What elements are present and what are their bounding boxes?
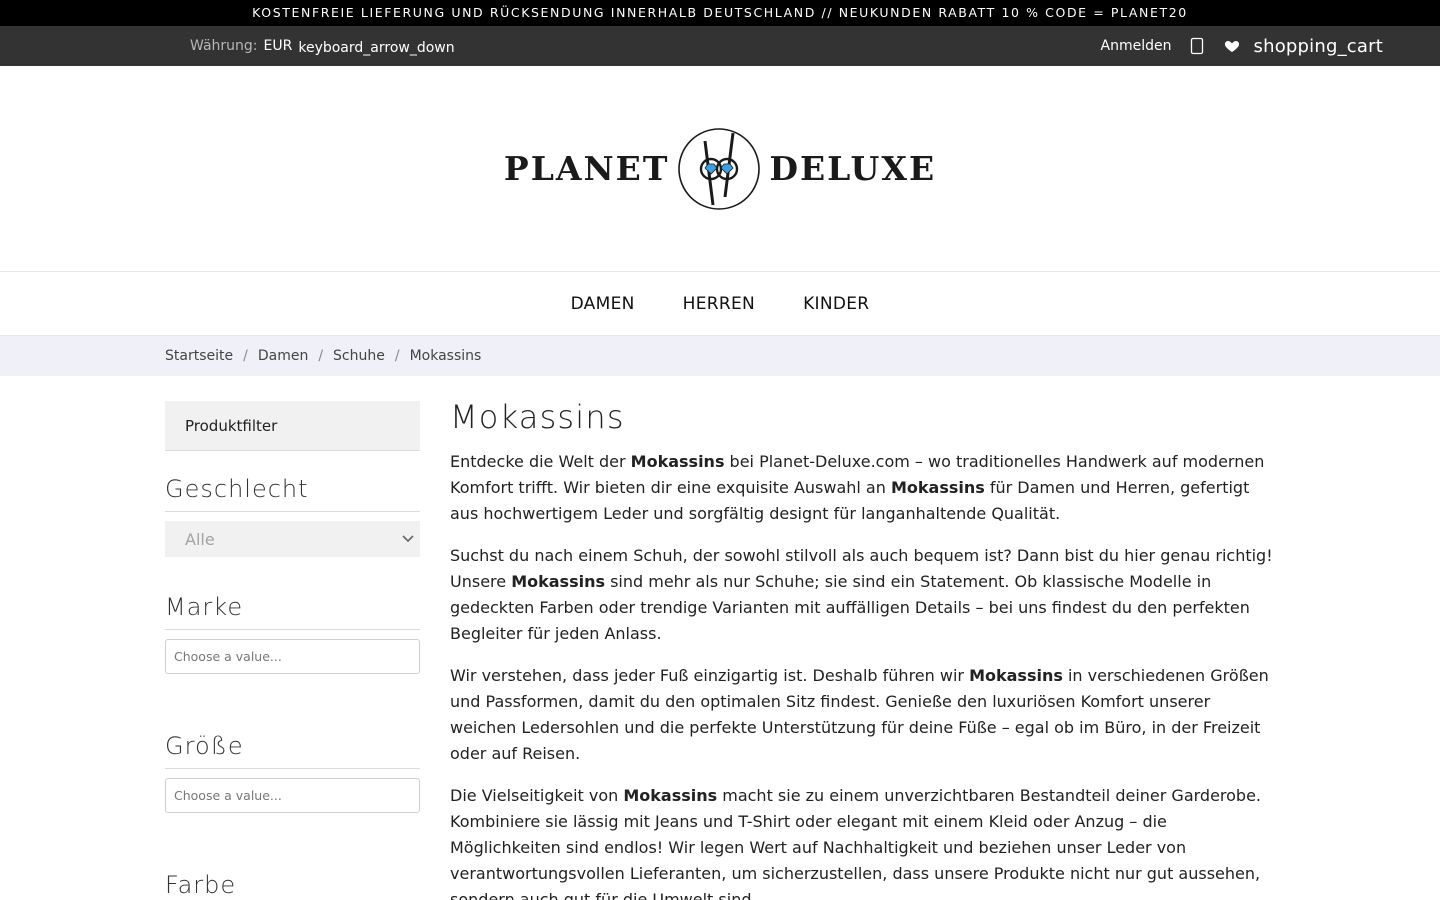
category-description: Mokassins Entdecke die Welt der Mokassin…	[450, 398, 1280, 900]
site-logo[interactable]: PLANET DELUXE	[504, 127, 936, 211]
cart-button[interactable]: shopping_cart	[1254, 36, 1383, 57]
size-input[interactable]: Choose a value...	[165, 778, 420, 813]
nav-item-kinder[interactable]: KINDER	[803, 294, 869, 314]
keyword: Mokassins	[623, 786, 718, 805]
page-content: Produktfilter Geschlecht Alle Marke Choo…	[0, 376, 1440, 900]
description-paragraph: Entdecke die Welt der Mokassins bei Plan…	[450, 452, 1265, 523]
facet-title-brand: Marke	[165, 593, 420, 630]
planet-deluxe-logo-mark	[677, 127, 761, 211]
facet-brand: Marke Choose a value...	[165, 593, 420, 674]
description-paragraph: Die Vielseitigkeit von Mokassins macht s…	[450, 786, 1262, 900]
breadcrumb: Startseite / Damen / Schuhe / Mokassins	[0, 336, 1440, 376]
breadcrumb-current: Mokassins	[409, 348, 482, 364]
promo-banner: KOSTENFREIE LIEFERUNG UND RÜCKSENDUNG IN…	[0, 0, 1440, 26]
facet-size: Größe Choose a value...	[165, 732, 420, 813]
facet-title-color: Farbe	[165, 871, 420, 900]
page-title: Mokassins	[450, 398, 625, 436]
gender-select[interactable]: Alle	[165, 521, 420, 557]
nav-item-damen[interactable]: DAMEN	[571, 294, 635, 314]
logo-word-deluxe: DELUXE	[769, 149, 937, 188]
nav-item-herren[interactable]: HERREN	[683, 294, 755, 314]
facet-title-gender: Geschlecht	[165, 475, 420, 512]
facet-gender: Geschlecht Alle	[165, 475, 420, 557]
logo-header: PLANET DELUXE	[0, 66, 1440, 272]
account-actions: Anmelden shopping_cart	[1101, 26, 1383, 66]
chevron-down-icon[interactable]: keyboard_arrow_down	[298, 40, 454, 56]
breadcrumb-home[interactable]: Startseite	[165, 348, 233, 364]
keyword: Mokassins	[511, 572, 605, 591]
gender-select-value: Alle	[185, 529, 215, 549]
facet-title-size: Größe	[165, 732, 420, 769]
filter-sidebar: Produktfilter Geschlecht Alle Marke Choo…	[165, 401, 420, 900]
brand-input[interactable]: Choose a value...	[165, 639, 420, 674]
breadcrumb-damen[interactable]: Damen	[258, 348, 308, 364]
breadcrumb-separator: /	[318, 348, 324, 364]
keyword: Mokassins	[890, 478, 985, 497]
description-paragraph: Suchst du nach einem Schuh, der sowohl s…	[450, 546, 1273, 643]
breadcrumb-schuhe[interactable]: Schuhe	[333, 348, 385, 364]
breadcrumb-separator: /	[394, 348, 400, 364]
main-navigation: DAMEN HERREN KINDER	[0, 272, 1440, 336]
top-bar: Währung: EUR keyboard_arrow_down Anmelde…	[0, 26, 1440, 66]
breadcrumb-separator: /	[243, 348, 248, 364]
chevron-down-icon	[402, 532, 414, 546]
login-link[interactable]: Anmelden	[1101, 38, 1172, 54]
description-paragraph: Wir verstehen, dass jeder Fuß einzigarti…	[450, 666, 1269, 763]
logo-word-planet: PLANET	[503, 149, 670, 188]
heart-icon[interactable]	[1224, 38, 1240, 54]
keyword: Mokassins	[969, 666, 1063, 685]
keyword: Mokassins	[630, 452, 725, 471]
product-filter-header[interactable]: Produktfilter	[165, 401, 420, 451]
facet-color: Farbe	[165, 871, 420, 900]
currency-label: Währung:	[190, 38, 258, 54]
user-icon[interactable]	[1190, 37, 1204, 55]
currency-selector[interactable]: Währung: EUR keyboard_arrow_down	[190, 26, 455, 66]
currency-value[interactable]: EUR	[264, 38, 293, 54]
